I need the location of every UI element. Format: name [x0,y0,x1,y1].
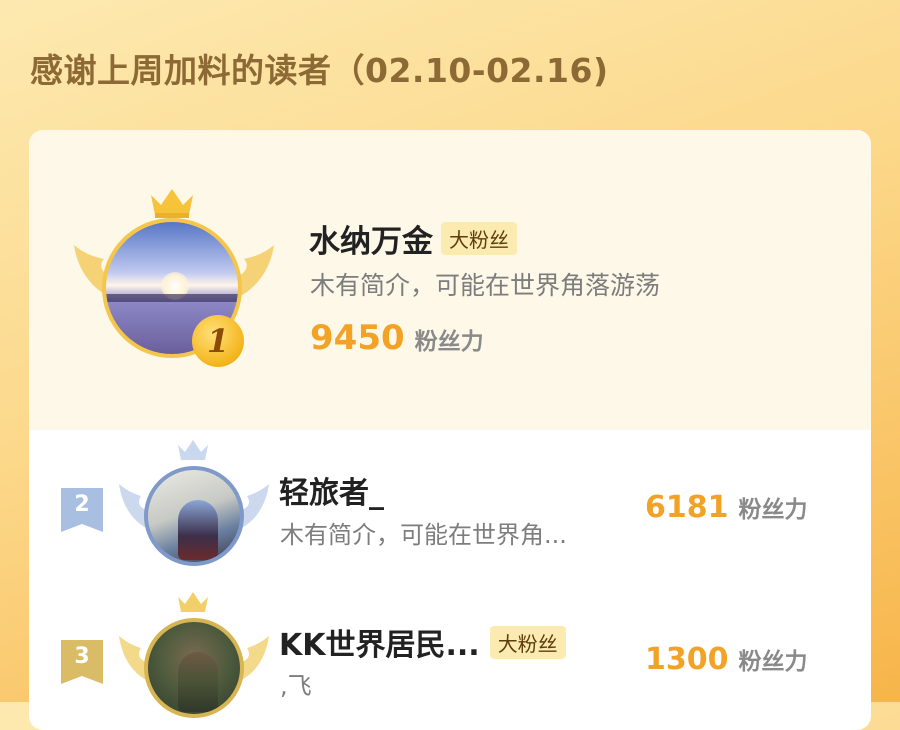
crown-icon [178,592,208,612]
reader-bio: 木有简介，可能在世界角... [280,521,567,549]
reader-name-row: 轻旅者_ [279,468,384,512]
top-reader-name-row: 水纳万金 大粉丝 [309,216,517,261]
avatar[interactable] [144,618,244,718]
rank-3-ribbon-icon: 3 [59,638,105,686]
fan-power-score: 9450 粉丝力 [310,318,484,358]
score-value: 9450 [310,318,405,358]
rank-number: 3 [74,644,90,669]
reader-bio: ,飞 [280,672,312,700]
reader-name[interactable]: 水纳万金 [309,216,433,261]
avatar-frame: 1 [74,185,274,385]
fan-power-score: 1300 粉丝力 [645,642,808,677]
crown-icon [151,189,193,218]
avatar-frame [119,438,269,578]
fan-power-score: 6181 粉丝力 [645,490,808,525]
crown-icon [178,440,208,460]
list-item[interactable]: 2 轻旅者_ 木有简介，可能在世界角... 6181 粉丝力 [29,430,871,580]
page-title: 感谢上周加料的读者（02.10-02.16) [30,51,609,90]
reader-name[interactable]: 轻旅者_ [279,468,384,512]
big-fan-badge: 大粉丝 [441,222,517,255]
leaderboard-panel: 1 水纳万金 大粉丝 木有简介，可能在世界角落游荡 9450 粉丝力 2 轻旅者… [29,130,871,730]
big-fan-badge: 大粉丝 [489,625,566,659]
reader-bio: 木有简介，可能在世界角落游荡 [310,271,661,300]
rank-number: 2 [74,492,90,517]
rank-1-medal-icon: 1 [192,315,244,367]
list-item[interactable]: 3 KK世界居民... 大粉丝 ,飞 1300 粉丝力 [29,580,871,730]
score-value: 6181 [645,490,729,525]
top-reader-card[interactable]: 1 水纳万金 大粉丝 木有简介，可能在世界角落游荡 9450 粉丝力 [29,130,871,430]
score-unit: 粉丝力 [738,497,808,523]
score-unit: 粉丝力 [738,649,808,675]
avatar-frame [119,590,269,730]
score-unit: 粉丝力 [414,329,484,355]
avatar[interactable] [144,466,244,566]
reader-name[interactable]: KK世界居民... [279,620,480,664]
rank-2-ribbon-icon: 2 [59,486,105,534]
reader-name-row: KK世界居民... 大粉丝 [279,620,566,664]
score-value: 1300 [645,642,729,677]
